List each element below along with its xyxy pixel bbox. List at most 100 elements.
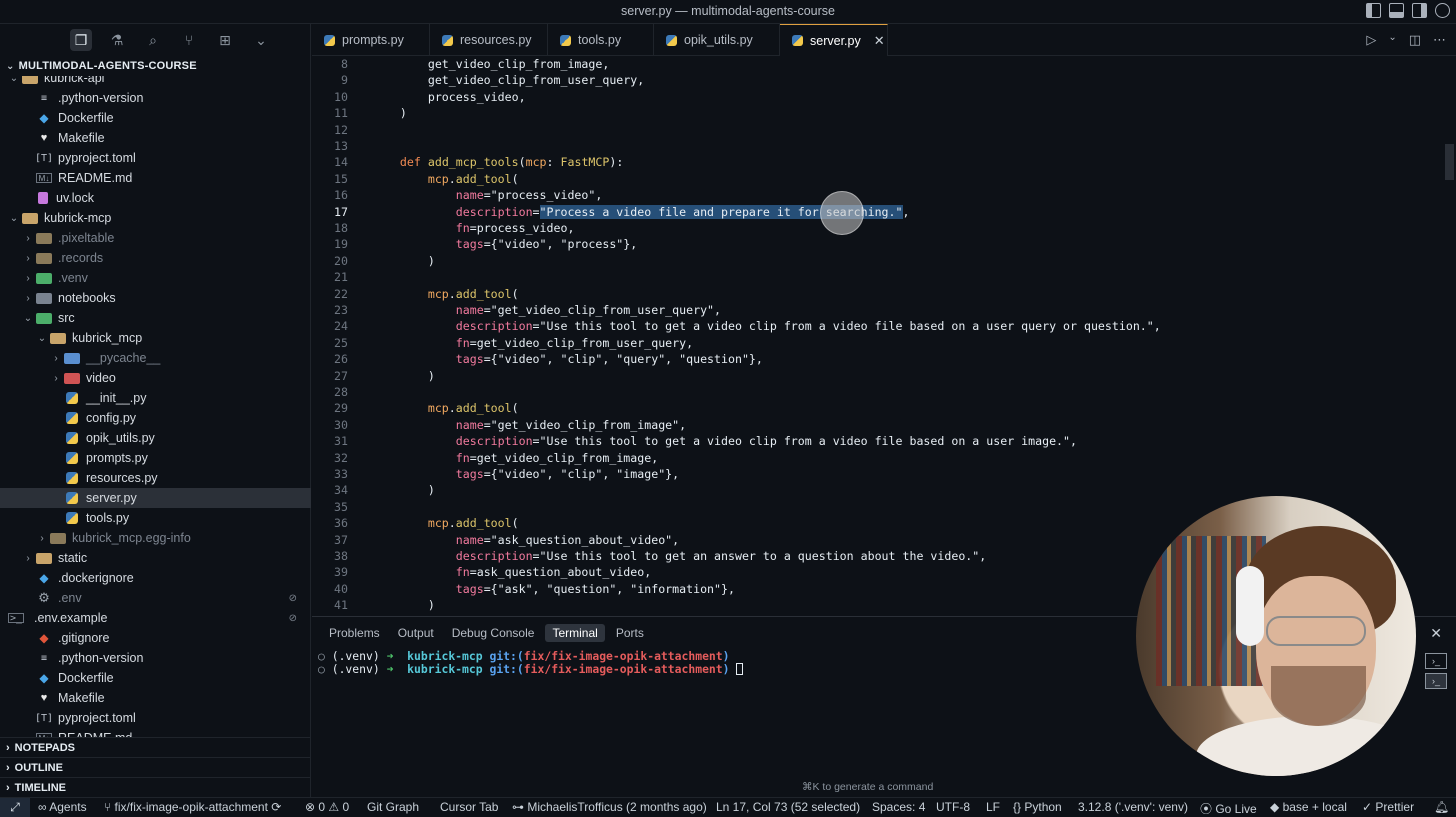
scrollbar-thumb[interactable] (1445, 144, 1454, 180)
code-line[interactable]: description="Use this tool to get an ans… (372, 548, 986, 564)
code-line[interactable]: tags={"video", "process"}, (372, 236, 637, 252)
tree-item[interactable]: ♥ Makefile (0, 128, 311, 148)
code-line[interactable]: fn=get_video_clip_from_user_query, (372, 335, 693, 351)
code-line[interactable]: ) (372, 597, 435, 613)
tree-item[interactable]: ♥ Makefile (0, 688, 311, 708)
close-icon[interactable]: ✕ (874, 33, 885, 49)
tab-ports[interactable]: Ports (609, 624, 651, 642)
run-play-icon[interactable]: ▷ (1366, 32, 1376, 48)
tree-item[interactable]: ⌄ kubrick-mcp (0, 208, 311, 228)
code-line[interactable]: ) (372, 482, 435, 498)
code-line[interactable]: get_video_clip_from_image, (372, 56, 610, 72)
tab-prompts-py[interactable]: prompts.py (312, 24, 430, 56)
tab-problems[interactable]: Problems (322, 624, 387, 642)
code-line[interactable]: ) (372, 253, 435, 269)
code-line[interactable]: name="process_video", (372, 187, 603, 203)
code-line[interactable]: tags={"video", "clip", "image"}, (372, 466, 679, 482)
toggle-panel-icon[interactable] (1389, 3, 1404, 18)
extensions-icon[interactable]: ⊞ (214, 29, 236, 51)
tree-item[interactable]: tools.py (0, 508, 311, 528)
code-line[interactable]: ) (372, 368, 435, 384)
indentation[interactable]: Spaces: 4 (872, 800, 925, 814)
tree-item[interactable]: › .pixeltable (0, 228, 311, 248)
toggle-sidebar-icon[interactable] (1366, 3, 1381, 18)
tab-resources-py[interactable]: resources.py (430, 24, 548, 56)
terminal-instance-icon[interactable]: ›_ (1425, 653, 1447, 669)
code-line[interactable]: mcp.add_tool( (372, 400, 519, 416)
tree-item[interactable]: uv.lock (0, 188, 311, 208)
remote-icon[interactable]: ⤢ (0, 798, 30, 817)
tree-item[interactable]: › notebooks (0, 288, 311, 308)
editor-scrollbar[interactable] (1444, 56, 1456, 616)
workspace-root[interactable]: ⌄ MULTIMODAL-AGENTS-COURSE (0, 57, 310, 75)
code-line[interactable]: get_video_clip_from_user_query, (372, 72, 644, 88)
code-line[interactable]: description="Use this tool to get a vide… (372, 318, 1161, 334)
code-line[interactable]: ) (372, 105, 407, 121)
code-line[interactable]: fn=process_video, (372, 220, 575, 236)
tree-item[interactable]: ◆ .gitignore (0, 628, 311, 648)
tab-debug-console[interactable]: Debug Console (445, 624, 542, 642)
go-live-button[interactable]: ⦿ Go Live (1200, 800, 1257, 817)
tree-item[interactable]: › .venv (0, 268, 311, 288)
tree-item[interactable]: __init__.py (0, 388, 311, 408)
section-timeline[interactable]: › TIMELINE (0, 777, 311, 797)
split-editor-icon[interactable]: ◫ (1409, 32, 1421, 48)
tab-opik-utils-py[interactable]: opik_utils.py (654, 24, 780, 56)
tree-item[interactable]: server.py (0, 488, 311, 508)
tree-item[interactable]: ≡ .python-version (0, 648, 311, 668)
code-line[interactable]: tags={"video", "clip", "query", "questio… (372, 351, 763, 367)
code-line[interactable]: fn=ask_question_about_video, (372, 564, 651, 580)
code-line[interactable]: name="get_video_clip_from_user_query", (372, 302, 721, 318)
python-interpreter[interactable]: 3.12.8 ('.venv': venv) (1078, 800, 1188, 814)
code-line[interactable]: mcp.add_tool( (372, 171, 519, 187)
base-local-button[interactable]: ◆ base + local (1270, 800, 1347, 814)
tree-item[interactable]: config.py (0, 408, 311, 428)
flask-icon[interactable]: ⚗ (106, 29, 128, 51)
code-line[interactable]: name="get_video_clip_from_image", (372, 417, 686, 433)
tree-item[interactable]: › __pycache__ (0, 348, 311, 368)
tree-item[interactable]: M↓ README.md (0, 168, 311, 188)
source-control-icon[interactable]: ⑂ (178, 29, 200, 51)
tree-item[interactable]: ◆ Dockerfile (0, 108, 311, 128)
tree-item[interactable]: ⌄ src (0, 308, 311, 328)
notifications-bell-icon[interactable]: 🔔︎ (1434, 800, 1449, 814)
tree-item[interactable]: opik_utils.py (0, 428, 311, 448)
tree-item[interactable]: › .records (0, 248, 311, 268)
tree-item[interactable]: ⚙ .env ⊘ (0, 588, 311, 608)
tree-item[interactable]: ⌄ kubrick-api (0, 76, 311, 88)
code-line[interactable]: fn=get_video_clip_from_image, (372, 450, 658, 466)
chevron-down-icon[interactable]: ⌄ (250, 29, 272, 51)
tab-server-py[interactable]: server.py ✕ (780, 24, 888, 56)
tree-item[interactable]: >_ .env.example ⊘ (0, 608, 311, 628)
tree-item[interactable]: ⌄ kubrick_mcp (0, 328, 311, 348)
tree-item[interactable]: › kubrick_mcp.egg-info (0, 528, 311, 548)
tree-item[interactable]: ≡ .python-version (0, 88, 311, 108)
language-mode[interactable]: {} Python (1013, 800, 1062, 814)
encoding[interactable]: UTF-8 (936, 800, 970, 814)
cursor-tab-button[interactable]: Cursor Tab (440, 800, 498, 814)
cursor-position[interactable]: Ln 17, Col 73 (52 selected) (716, 800, 860, 814)
code-line[interactable]: description="Use this tool to get a vide… (372, 433, 1077, 449)
code-line[interactable]: def add_mcp_tools(mcp: FastMCP): (372, 154, 623, 170)
tree-item[interactable]: resources.py (0, 468, 311, 488)
git-graph-button[interactable]: Git Graph (367, 800, 419, 814)
tab-output[interactable]: Output (391, 624, 441, 642)
problems-button[interactable]: ⊗ 0 ⚠ 0 (305, 800, 349, 814)
agents-button[interactable]: ∞ Agents (38, 800, 87, 814)
code-line[interactable]: mcp.add_tool( (372, 515, 519, 531)
close-panel-icon[interactable]: ✕ (1430, 625, 1442, 642)
tab-tools-py[interactable]: tools.py (548, 24, 654, 56)
search-icon[interactable]: ⌕ (142, 29, 164, 51)
section-outline[interactable]: › OUTLINE (0, 757, 311, 777)
terminal-cursor[interactable] (736, 663, 744, 675)
line-ending[interactable]: LF (986, 800, 1000, 814)
tree-item[interactable]: [T] pyproject.toml (0, 708, 311, 728)
more-actions-icon[interactable]: ⋯ (1433, 32, 1446, 48)
code-line[interactable]: mcp.add_tool( (372, 286, 519, 302)
tree-item[interactable]: › video (0, 368, 311, 388)
code-line[interactable]: name="ask_question_about_video", (372, 532, 679, 548)
settings-gear-icon[interactable] (1435, 3, 1450, 18)
section-notepads[interactable]: › NOTEPADS (0, 737, 311, 757)
tree-item[interactable]: ◆ Dockerfile (0, 668, 311, 688)
git-blame-button[interactable]: ⊶ MichaelisTrofficus (2 months ago) (512, 800, 707, 814)
